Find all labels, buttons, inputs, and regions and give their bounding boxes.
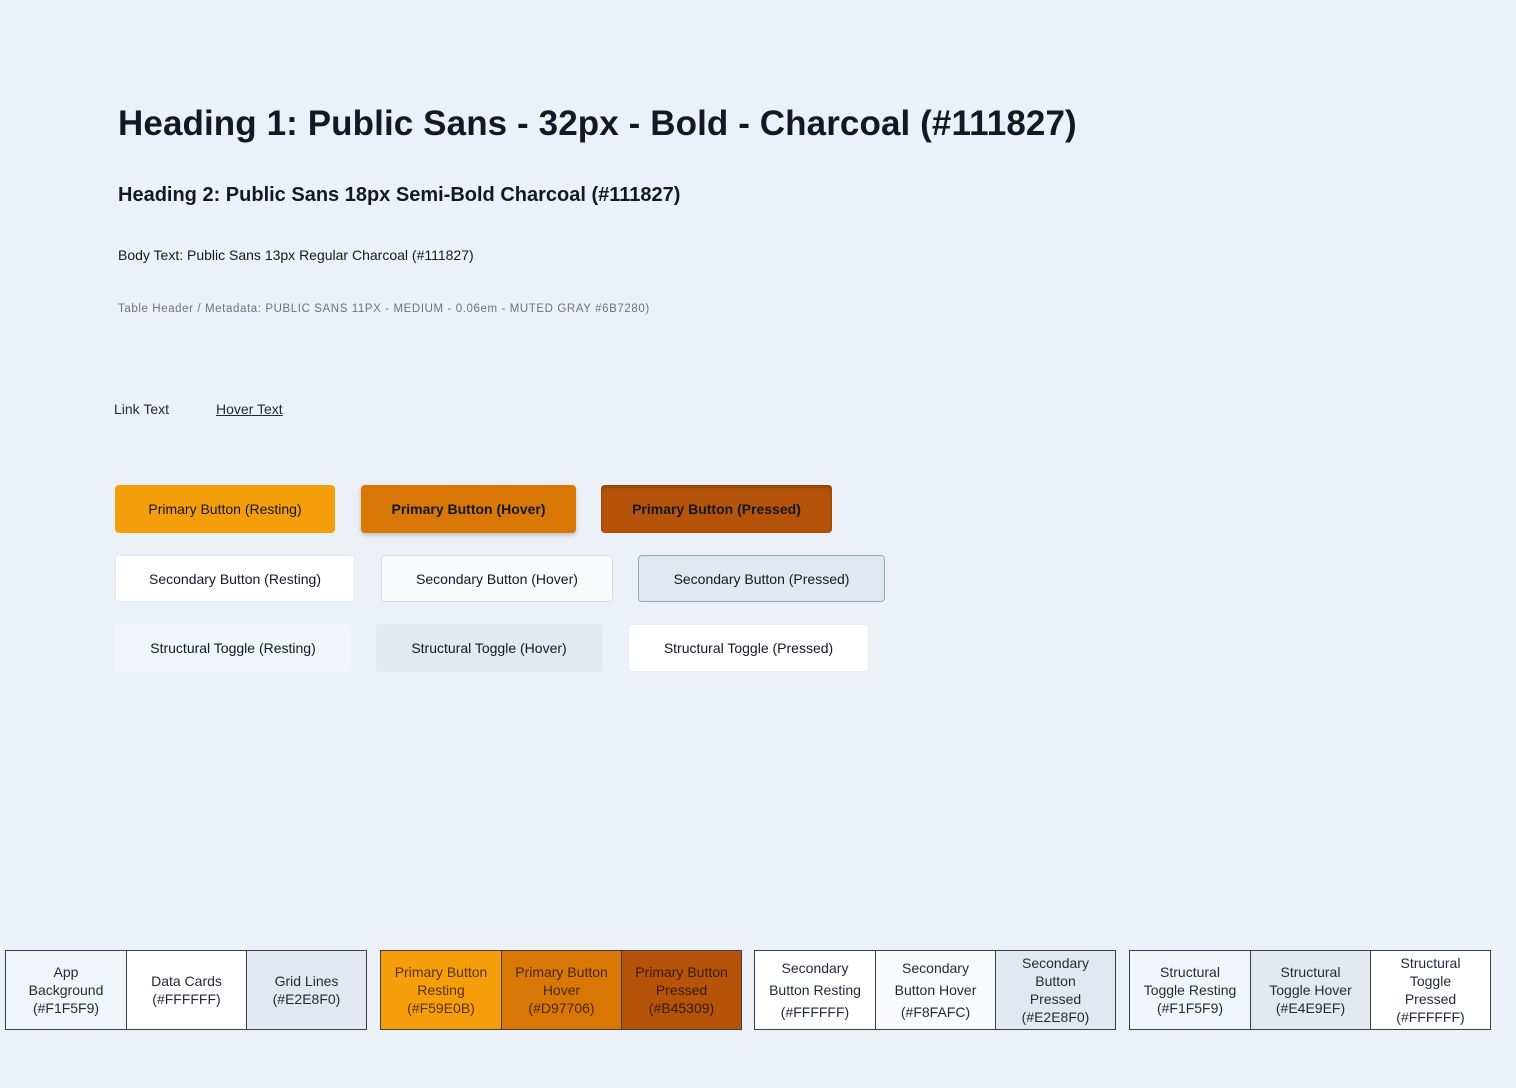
link-hover-text[interactable]: Hover Text	[216, 401, 283, 417]
secondary-button-resting[interactable]: Secondary Button (Resting)	[115, 555, 355, 602]
primary-button-hover[interactable]: Primary Button (Hover)	[361, 485, 576, 533]
primary-button-resting[interactable]: Primary Button (Resting)	[115, 485, 335, 533]
swatch-label: Secondary Button Resting (#FFFFFF)	[769, 960, 861, 1020]
swatch-primary-pressed: Primary Button Pressed (#B45309)	[621, 951, 741, 1029]
swatch-label: Structural Toggle Pressed (#FFFFFF)	[1396, 955, 1465, 1025]
heading-2-specimen: Heading 2: Public Sans 18px Semi-Bold Ch…	[118, 184, 681, 206]
metadata-specimen: Table Header / Metadata: PUBLIC SANS 11P…	[118, 303, 650, 315]
swatch-label: Secondary Button Pressed (#E2E8F0)	[1021, 955, 1090, 1025]
secondary-button-pressed[interactable]: Secondary Button (Pressed)	[638, 555, 885, 602]
structural-toggle-resting[interactable]: Structural Toggle (Resting)	[115, 624, 351, 672]
secondary-button-hover[interactable]: Secondary Button (Hover)	[381, 555, 613, 602]
swatch-app-background: App Background (#F1F5F9)	[6, 951, 126, 1029]
swatch-secondary-hover: Secondary Button Hover (#F8FAFC)	[875, 951, 995, 1029]
swatch-secondary-resting: Secondary Button Resting (#FFFFFF)	[755, 951, 875, 1029]
swatch-secondary-pressed: Secondary Button Pressed (#E2E8F0)	[995, 951, 1115, 1029]
structural-toggle-pressed[interactable]: Structural Toggle (Pressed)	[628, 624, 869, 672]
swatch-label: Primary Button Pressed (#B45309)	[635, 964, 728, 1016]
swatch-label: Data Cards (#FFFFFF)	[151, 973, 222, 1007]
swatch-grid-lines: Grid Lines (#E2E8F0)	[246, 951, 366, 1029]
swatch-label: Primary Button Resting (#F59E0B)	[394, 964, 488, 1016]
swatch-toggle-hover: Structural Toggle Hover (#E4E9EF)	[1250, 951, 1370, 1029]
swatch-toggle-resting: Structural Toggle Resting (#F1F5F9)	[1130, 951, 1250, 1029]
swatch-primary-resting: Primary Button Resting (#F59E0B)	[381, 951, 501, 1029]
swatch-data-cards: Data Cards (#FFFFFF)	[126, 951, 246, 1029]
swatch-group-toggle: Structural Toggle Resting (#F1F5F9) Stru…	[1129, 950, 1491, 1030]
structural-toggle-hover[interactable]: Structural Toggle (Hover)	[376, 624, 602, 672]
primary-button-pressed[interactable]: Primary Button (Pressed)	[601, 485, 832, 533]
link-text[interactable]: Link Text	[114, 401, 169, 417]
swatch-group-primary: Primary Button Resting (#F59E0B) Primary…	[380, 950, 742, 1030]
swatch-label: Primary Button Hover (#D97706)	[515, 964, 608, 1016]
swatch-label: Structural Toggle Hover (#E4E9EF)	[1269, 964, 1352, 1016]
swatch-primary-hover: Primary Button Hover (#D97706)	[501, 951, 621, 1029]
body-text-specimen: Body Text: Public Sans 13px Regular Char…	[118, 247, 474, 263]
swatch-label: App Background (#F1F5F9)	[28, 964, 104, 1016]
swatch-label: Grid Lines (#E2E8F0)	[272, 973, 341, 1007]
swatch-label: Secondary Button Hover (#F8FAFC)	[894, 960, 977, 1020]
swatch-group-secondary: Secondary Button Resting (#FFFFFF) Secon…	[754, 950, 1116, 1030]
heading-1-specimen: Heading 1: Public Sans - 32px - Bold - C…	[118, 104, 1077, 143]
swatch-group-surfaces: App Background (#F1F5F9) Data Cards (#FF…	[5, 950, 367, 1030]
swatch-label: Structural Toggle Resting (#F1F5F9)	[1143, 964, 1237, 1016]
swatch-toggle-pressed: Structural Toggle Pressed (#FFFFFF)	[1370, 951, 1490, 1029]
